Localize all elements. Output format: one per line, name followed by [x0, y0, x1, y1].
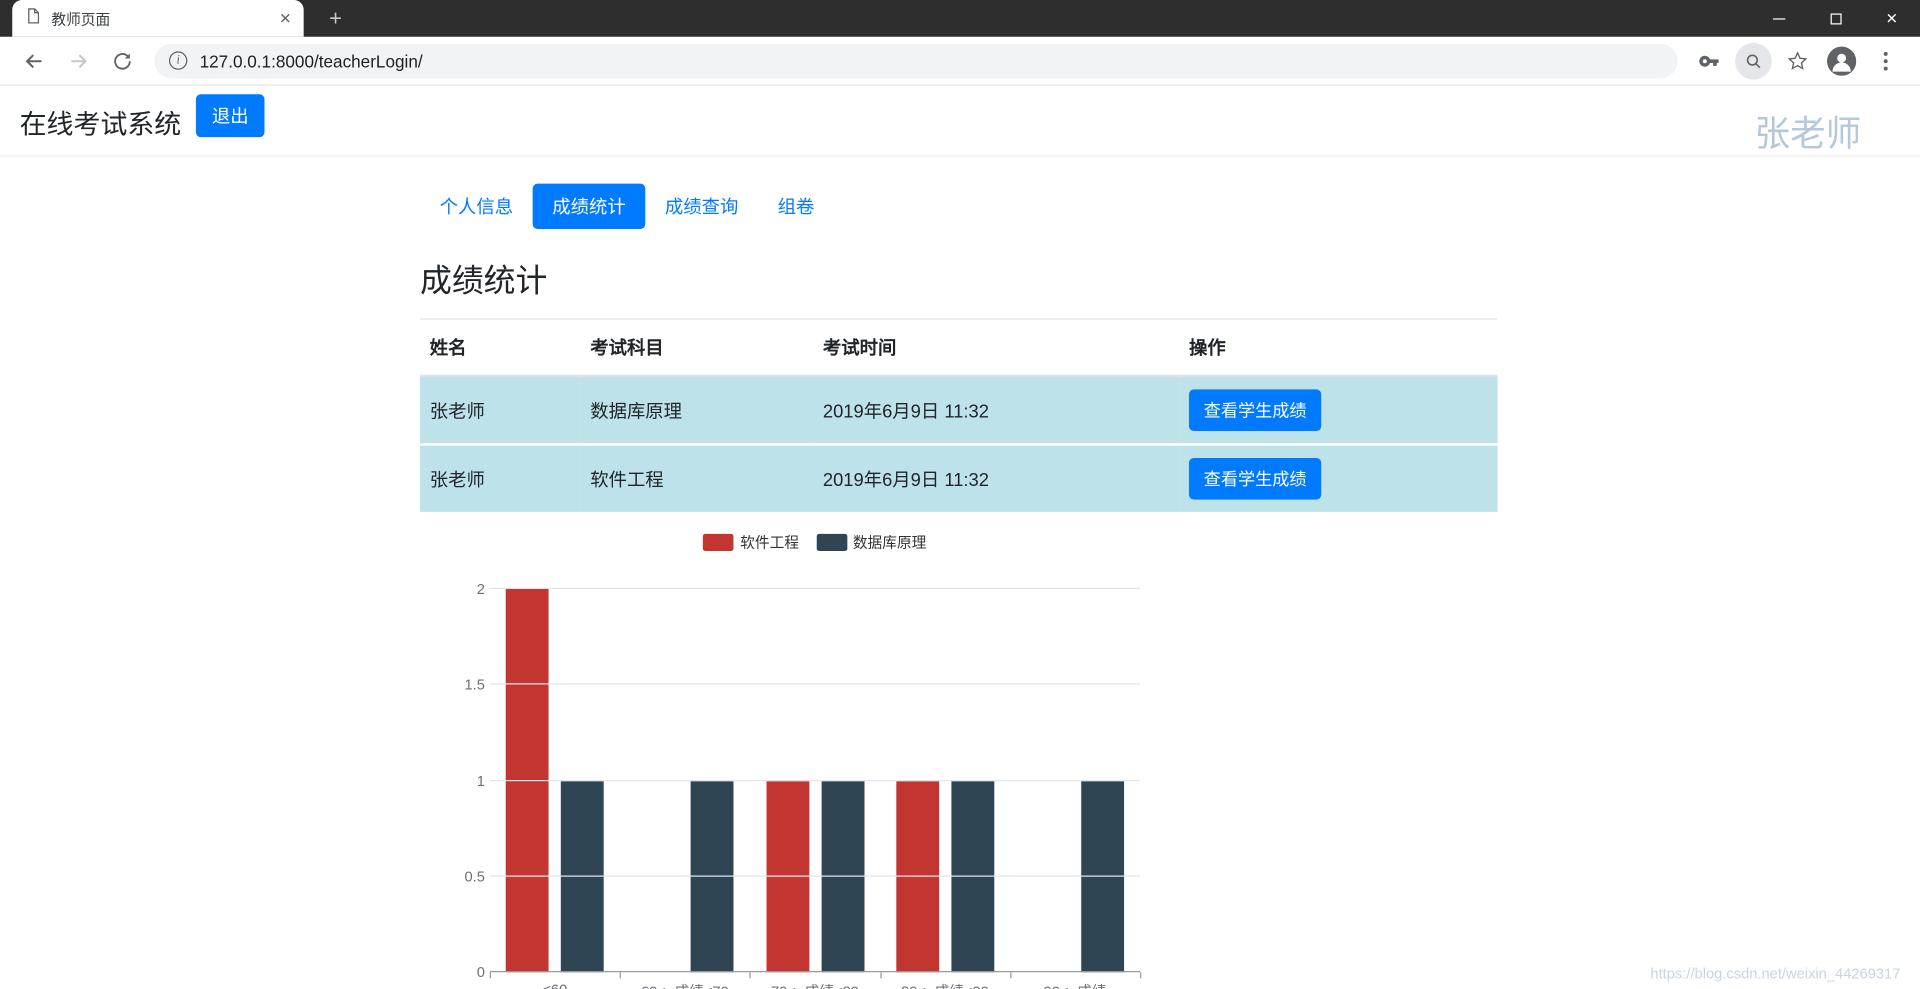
cell-teacher-name: 张老师 — [420, 444, 580, 511]
tab-personal-info[interactable]: 个人信息 — [420, 184, 533, 229]
x-tick-label: 80<=成绩<90 — [880, 981, 1010, 989]
legend-label: 软件工程 — [740, 531, 799, 552]
tab-close-icon[interactable]: ✕ — [279, 10, 291, 27]
y-tick-label: 2 — [477, 582, 485, 597]
x-tick-mark — [490, 972, 491, 978]
chart-x-axis: <6060<=成绩<7070<=成绩<8080<=成绩<9090<=成绩 — [490, 981, 1140, 989]
csdn-watermark: https://blog.csdn.net/weixin_44269317 — [1650, 965, 1900, 982]
maximize-button[interactable] — [1807, 0, 1863, 37]
x-tick-mark — [1140, 972, 1141, 978]
exam-table: 姓名 考试科目 考试时间 操作 张老师 数据库原理 2019年6月9日 11:3… — [420, 318, 1498, 511]
gridline — [490, 875, 1140, 876]
chart-legend: 软件工程 数据库原理 — [490, 531, 1140, 552]
logout-button[interactable]: 退出 — [196, 94, 265, 137]
minimize-button[interactable] — [1751, 0, 1807, 37]
cell-subject: 数据库原理 — [580, 376, 813, 445]
col-header-name: 姓名 — [420, 319, 580, 376]
page-title: 成绩统计 — [420, 256, 1498, 301]
gridline — [490, 684, 1140, 685]
page-info-icon[interactable]: i — [169, 51, 187, 69]
legend-item[interactable]: 数据库原理 — [816, 531, 926, 552]
gridline — [490, 971, 1140, 972]
y-tick-label: 0.5 — [464, 869, 484, 884]
site-title: 在线考试系统 — [20, 103, 182, 142]
tab-paper-assembly[interactable]: 组卷 — [758, 184, 834, 229]
chart-y-axis: 00.511.52 — [469, 589, 490, 972]
table-header-row: 姓名 考试科目 考试时间 操作 — [420, 319, 1498, 376]
close-button[interactable]: ✕ — [1864, 0, 1920, 37]
main-content: 个人信息 成绩统计 成绩查询 组卷 成绩统计 姓名 考试科目 考试时间 操作 张… — [420, 184, 1498, 989]
x-tick-label: <60 — [490, 981, 620, 989]
tab-score-query[interactable]: 成绩查询 — [645, 184, 758, 229]
col-header-subject: 考试科目 — [580, 319, 813, 376]
cell-teacher-name: 张老师 — [420, 376, 580, 445]
browser-titlebar: 教师页面 ✕ + ✕ — [0, 0, 1920, 37]
browser-menu-icon[interactable] — [1867, 42, 1904, 79]
bookmark-star-icon[interactable] — [1779, 42, 1816, 79]
table-row: 张老师 数据库原理 2019年6月9日 11:32 查看学生成绩 — [420, 376, 1498, 445]
gridline — [490, 779, 1140, 780]
legend-swatch — [816, 533, 847, 550]
window-controls: ✕ — [1751, 0, 1920, 37]
site-header: 在线考试系统 退出 张老师 — [0, 86, 1920, 157]
legend-label: 数据库原理 — [853, 531, 926, 552]
x-tick-mark — [880, 972, 881, 978]
x-tick-mark — [620, 972, 621, 978]
url-text[interactable]: 127.0.0.1:8000/teacherLogin/ — [200, 51, 423, 71]
col-header-time: 考试时间 — [813, 319, 1179, 376]
zoom-icon[interactable] — [1735, 42, 1772, 79]
profile-avatar-icon[interactable] — [1823, 42, 1860, 79]
legend-swatch — [703, 533, 734, 550]
y-tick-label: 1 — [477, 773, 485, 788]
address-bar[interactable]: i 127.0.0.1:8000/teacherLogin/ — [154, 43, 1677, 77]
legend-item[interactable]: 软件工程 — [703, 531, 799, 552]
y-tick-label: 0 — [477, 965, 485, 980]
gridline — [490, 588, 1140, 589]
x-tick-label: 60<=成绩<70 — [620, 981, 750, 989]
nav-tabs: 个人信息 成绩统计 成绩查询 组卷 — [420, 184, 1498, 229]
x-tick-mark — [1010, 972, 1011, 978]
browser-toolbar: i 127.0.0.1:8000/teacherLogin/ — [0, 37, 1920, 86]
table-row: 张老师 软件工程 2019年6月9日 11:32 查看学生成绩 — [420, 444, 1498, 511]
password-key-icon[interactable] — [1691, 42, 1728, 79]
tab-score-statistics[interactable]: 成绩统计 — [533, 184, 646, 229]
teacher-name: 张老师 — [1755, 105, 1862, 156]
chart-plot — [490, 589, 1140, 972]
reload-icon[interactable] — [104, 42, 141, 79]
cell-exam-time: 2019年6月9日 11:32 — [813, 376, 1179, 445]
col-header-action: 操作 — [1179, 319, 1497, 376]
back-icon[interactable] — [16, 42, 53, 79]
cell-exam-time: 2019年6月9日 11:32 — [813, 444, 1179, 511]
x-tick-label: 70<=成绩<80 — [750, 981, 880, 989]
forward-icon[interactable] — [60, 42, 97, 79]
browser-window: 教师页面 ✕ + ✕ i 127.0.0.1:8000/teacherLogin… — [0, 0, 1920, 989]
browser-tab[interactable]: 教师页面 ✕ — [12, 0, 303, 37]
new-tab-button[interactable]: + — [321, 0, 350, 37]
view-scores-button[interactable]: 查看学生成绩 — [1189, 389, 1321, 431]
y-tick-label: 1.5 — [464, 677, 484, 692]
tab-title: 教师页面 — [51, 8, 269, 29]
cell-subject: 软件工程 — [580, 444, 813, 511]
x-tick-label: 90<=成绩 — [1010, 981, 1140, 989]
view-scores-button[interactable]: 查看学生成绩 — [1189, 458, 1321, 500]
page-favicon-icon — [24, 7, 41, 30]
x-tick-mark — [750, 972, 751, 978]
score-distribution-chart: 00.511.52 — [469, 589, 1498, 972]
